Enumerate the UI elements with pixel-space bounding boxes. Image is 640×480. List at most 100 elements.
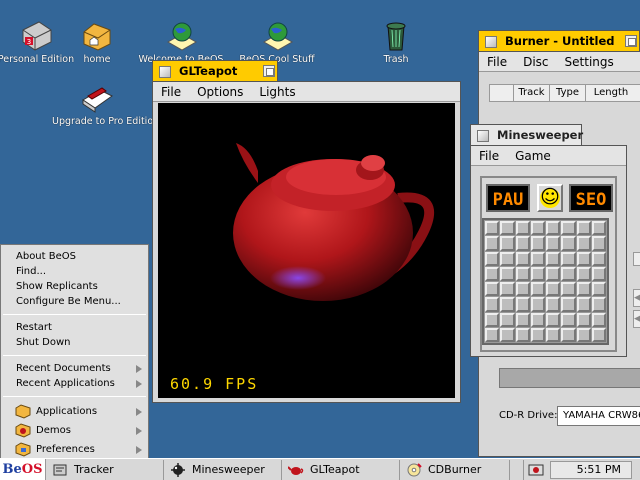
network-status-icon[interactable] (528, 463, 544, 477)
close-box[interactable] (477, 130, 489, 142)
mine-cell[interactable] (561, 236, 576, 251)
opengl-viewport[interactable]: 60.9 FPS (158, 103, 455, 398)
mine-cell[interactable] (500, 312, 515, 327)
mine-cell[interactable] (561, 282, 576, 297)
menu-item-about-beos[interactable]: About BeOS (1, 249, 148, 264)
menu-disc[interactable]: Disc (515, 55, 556, 69)
mine-cell[interactable] (546, 327, 561, 342)
menu-item-shut-down[interactable]: Shut Down (1, 335, 148, 350)
mine-cell[interactable] (515, 251, 530, 266)
mine-cell[interactable] (530, 266, 545, 281)
mine-cell[interactable] (530, 236, 545, 251)
task-cdburner[interactable]: CDBurner (400, 459, 510, 480)
clock[interactable]: 5:51 PM (550, 461, 632, 479)
column-track[interactable]: Track (514, 85, 550, 101)
menu-game[interactable]: Game (507, 149, 559, 163)
mine-cell[interactable] (576, 251, 591, 266)
smiley-face-button[interactable]: ☺ (537, 184, 563, 212)
mine-cell[interactable] (500, 221, 515, 236)
desktop-icon-home[interactable]: home (52, 20, 142, 65)
mine-cell[interactable] (591, 221, 606, 236)
mine-cell[interactable] (530, 327, 545, 342)
mine-cell[interactable] (591, 282, 606, 297)
mine-cell[interactable] (515, 297, 530, 312)
zoom-box[interactable] (625, 35, 637, 47)
mine-cell[interactable] (561, 327, 576, 342)
close-box[interactable] (159, 66, 171, 78)
mine-cell[interactable] (546, 297, 561, 312)
mine-cell[interactable] (576, 282, 591, 297)
mine-cell[interactable] (500, 297, 515, 312)
column-type[interactable]: Type (550, 85, 586, 101)
column-length[interactable]: Length (586, 85, 636, 101)
scroll-handle[interactable] (633, 252, 640, 266)
mine-cell[interactable] (515, 236, 530, 251)
menu-item-applications[interactable]: Applications (1, 402, 148, 421)
zoom-box[interactable] (263, 65, 275, 77)
menu-item-recent-documents[interactable]: Recent Documents (1, 361, 148, 376)
desktop-icon-welcome[interactable]: Welcome to BeOS (136, 20, 226, 65)
mine-cell[interactable] (546, 251, 561, 266)
mine-cell[interactable] (576, 221, 591, 236)
menu-item-recent-applications[interactable]: Recent Applications (1, 376, 148, 391)
burner-title-tab[interactable]: Burner - Untitled (478, 30, 640, 52)
task-tracker[interactable]: Tracker (46, 459, 164, 480)
mine-cell[interactable] (591, 236, 606, 251)
mine-cell[interactable] (561, 297, 576, 312)
mine-cell[interactable] (485, 327, 500, 342)
mine-cell[interactable] (530, 221, 545, 236)
mine-cell[interactable] (485, 266, 500, 281)
mine-cell[interactable] (500, 251, 515, 266)
menu-settings[interactable]: Settings (557, 55, 622, 69)
menu-item-demos[interactable]: Demos (1, 421, 148, 440)
menu-item-preferences[interactable]: Preferences (1, 440, 148, 459)
mine-cell[interactable] (591, 297, 606, 312)
mine-cell[interactable] (561, 312, 576, 327)
mine-cell[interactable] (485, 312, 500, 327)
mine-cell[interactable] (576, 297, 591, 312)
mine-cell[interactable] (500, 282, 515, 297)
mine-cell[interactable] (576, 312, 591, 327)
mine-cell[interactable] (576, 266, 591, 281)
cdr-drive-select[interactable]: YAMAHA CRW86 (557, 406, 640, 426)
menu-file[interactable]: File (471, 149, 507, 163)
mine-cell[interactable] (546, 266, 561, 281)
desktop-icon-trash[interactable]: Trash (351, 20, 441, 65)
mine-cell[interactable] (530, 297, 545, 312)
mine-cell[interactable] (530, 312, 545, 327)
scroll-left-arrow-icon[interactable]: ◀ (633, 310, 640, 328)
mine-cell[interactable] (546, 312, 561, 327)
mine-cell[interactable] (561, 266, 576, 281)
menu-options[interactable]: Options (189, 85, 251, 99)
mine-cell[interactable] (485, 221, 500, 236)
desktop-icon-cool-stuff[interactable]: BeOS Cool Stuff (232, 20, 322, 65)
mine-cell[interactable] (515, 221, 530, 236)
mine-cell[interactable] (546, 221, 561, 236)
mine-cell[interactable] (546, 282, 561, 297)
close-box[interactable] (485, 36, 497, 48)
task-glteapot[interactable]: GLTeapot (282, 459, 400, 480)
mine-cell[interactable] (515, 327, 530, 342)
desktop-icon-upgrade[interactable]: Upgrade to Pro Edition (52, 82, 159, 127)
menu-file[interactable]: File (479, 55, 515, 69)
mine-cell[interactable] (530, 282, 545, 297)
mine-cell[interactable] (515, 312, 530, 327)
mine-cell[interactable] (591, 327, 606, 342)
mine-cell[interactable] (546, 236, 561, 251)
mine-cell[interactable] (500, 236, 515, 251)
mine-cell[interactable] (576, 236, 591, 251)
mine-cell[interactable] (485, 236, 500, 251)
mine-cell[interactable] (591, 312, 606, 327)
task-minesweeper[interactable]: Minesweeper (164, 459, 282, 480)
mine-cell[interactable] (515, 282, 530, 297)
glteapot-title-tab[interactable]: GLTeapot (152, 60, 278, 82)
mine-cell[interactable] (591, 266, 606, 281)
mine-cell[interactable] (561, 221, 576, 236)
mine-cell[interactable] (485, 251, 500, 266)
mine-cell[interactable] (485, 282, 500, 297)
mine-cell[interactable] (515, 266, 530, 281)
menu-item-configure-be-menu[interactable]: Configure Be Menu... (1, 294, 148, 309)
menu-file[interactable]: File (153, 85, 189, 99)
menu-lights[interactable]: Lights (251, 85, 303, 99)
mine-cell[interactable] (561, 251, 576, 266)
